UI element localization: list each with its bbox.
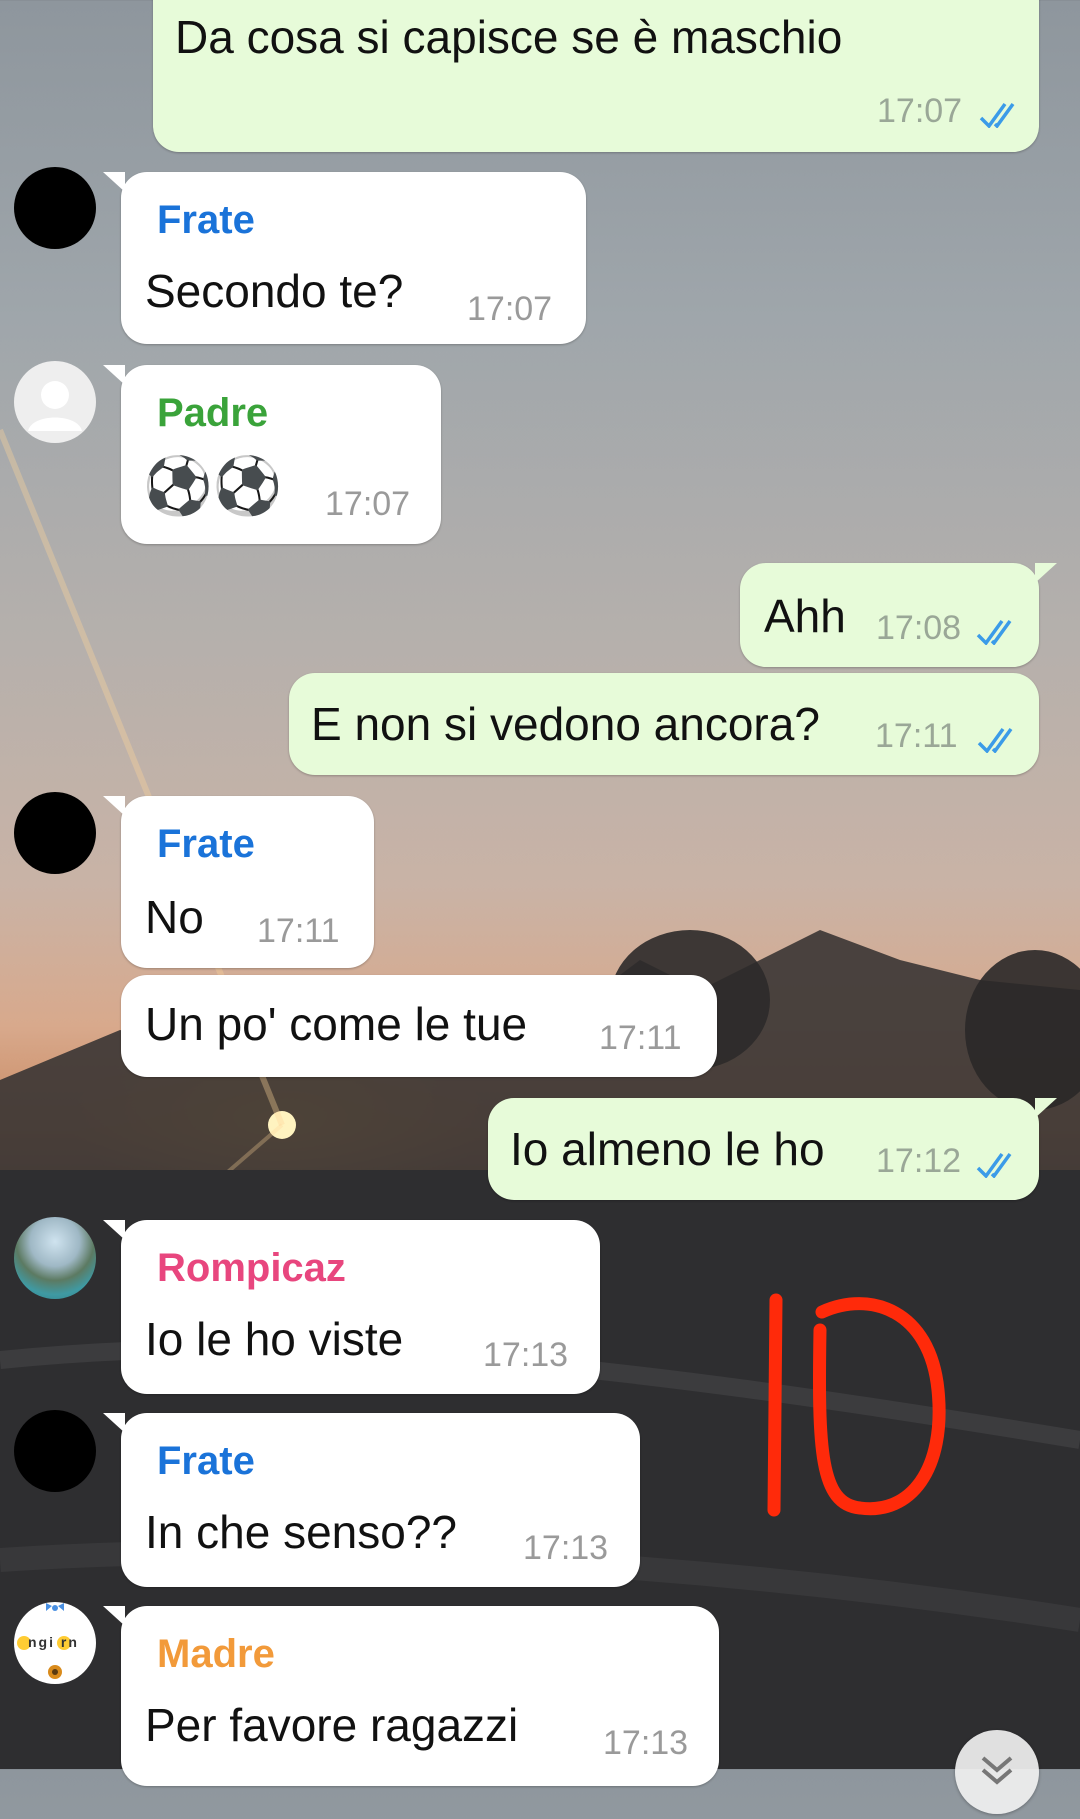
message-text: In che senso?? [145,1506,458,1558]
message-incoming[interactable]: Frate In che senso?? 17:13 [103,1413,640,1587]
photo-avatar[interactable] [14,1217,96,1299]
read-ticks-icon [977,727,1013,753]
sender-name[interactable]: Rompicaz [157,1246,346,1291]
read-ticks-icon [976,619,1012,645]
message-time: 17:12 [876,1142,962,1180]
message-time: 17:08 [876,609,962,647]
message-text: Da cosa si capisce se è maschio [175,11,843,63]
chevron-down-icon [981,1756,1013,1785]
message-text: E non si vedono ancora? [311,698,820,750]
black-avatar[interactable] [14,167,96,249]
message-time: 17:07 [325,485,411,523]
message-text: Secondo te? [145,265,404,317]
message-time: 17:11 [257,912,340,950]
default-avatar-icon[interactable] [14,361,96,443]
message-text: No [145,891,204,943]
scroll-to-bottom-button[interactable] [955,1730,1039,1814]
message-incoming[interactable]: Padre ⚽⚽ 17:07 [103,365,441,544]
message-time: 17:11 [599,1019,682,1057]
read-ticks-icon [979,102,1015,128]
sender-name[interactable]: Madre [157,1632,275,1677]
message-time: 17:13 [483,1336,569,1374]
message-text: Io le ho viste [145,1313,404,1365]
message-time: 17:13 [603,1724,689,1762]
message-text: Ahh [764,590,846,642]
handwritten-10-mark [767,1293,946,1517]
message-time: 17:07 [877,92,963,130]
emoji-avatar[interactable]: ngi rn [14,1602,96,1684]
message-incoming[interactable]: Frate No 17:11 [103,796,374,968]
message-outgoing[interactable]: Io almeno le ho 17:12 [488,1098,1057,1200]
read-ticks-icon [976,1152,1012,1178]
message-incoming[interactable]: Frate Secondo te? 17:07 [103,172,586,344]
message-time: 17:13 [523,1529,609,1567]
message-incoming[interactable]: Un po' come le tue 17:11 [121,975,717,1077]
message-time: 17:07 [467,290,553,328]
sender-name[interactable]: Frate [157,822,255,867]
message-outgoing[interactable]: Da cosa si capisce se è maschio 17:07 [153,0,1039,152]
sender-name[interactable]: Frate [157,198,255,243]
message-incoming[interactable]: Madre Per favore ragazzi 17:13 [103,1606,719,1786]
message-emoji: ⚽⚽ [143,454,283,517]
message-outgoing[interactable]: Ahh 17:08 [740,563,1057,667]
message-time: 17:11 [875,717,958,755]
black-avatar[interactable] [14,792,96,874]
message-outgoing[interactable]: E non si vedono ancora? 17:11 [289,673,1039,775]
message-incoming[interactable]: Rompicaz Io le ho viste 17:13 [103,1220,600,1394]
sender-name[interactable]: Padre [157,391,268,436]
message-text: Io almeno le ho [510,1123,825,1175]
emoji-avatar-text: ngi rn [28,1634,79,1650]
person-icon [28,381,82,431]
message-text: Un po' come le tue [145,998,528,1050]
sender-name[interactable]: Frate [157,1439,255,1484]
message-text: Per favore ragazzi [145,1699,519,1751]
black-avatar[interactable] [14,1410,96,1492]
